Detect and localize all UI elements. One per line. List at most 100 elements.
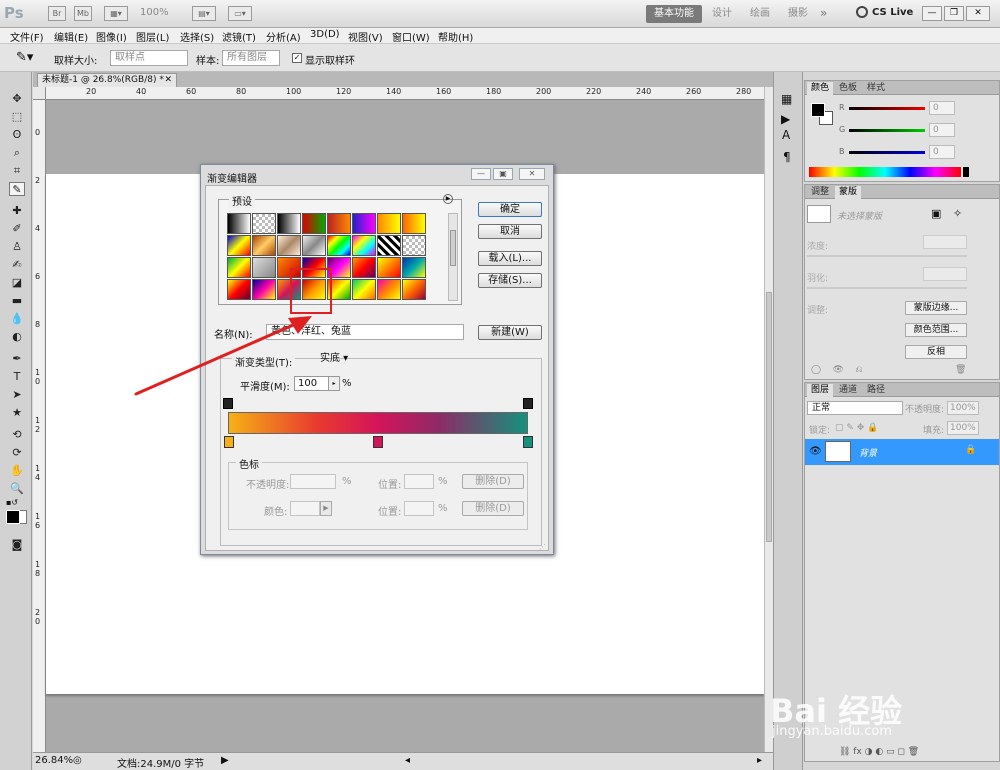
preset-swatch[interactable] <box>352 235 376 256</box>
save-button[interactable]: 存储(S)... <box>478 273 542 288</box>
paragraph-panel-icon[interactable]: ¶ <box>783 150 791 164</box>
preset-swatch[interactable] <box>252 213 276 234</box>
stop-color-swatch[interactable] <box>290 501 320 516</box>
preset-swatch[interactable] <box>277 213 301 234</box>
density-input[interactable] <box>923 235 967 249</box>
preset-swatch[interactable] <box>327 213 351 234</box>
preset-swatch[interactable] <box>402 213 426 234</box>
stop-color-location-input[interactable] <box>404 501 434 516</box>
zoom-readout[interactable]: 26.84% <box>35 755 73 766</box>
preset-swatch[interactable] <box>327 235 351 256</box>
dialog-close-icon[interactable]: ✕ <box>519 168 545 180</box>
preset-swatch[interactable] <box>227 257 251 278</box>
layer-row-background[interactable]: 👁 背景 🔒 <box>805 439 999 465</box>
menu-file[interactable]: 文件(F) <box>10 29 44 44</box>
lasso-tool-icon[interactable]: ʘ <box>9 128 25 142</box>
preset-swatch[interactable] <box>377 213 401 234</box>
menu-layer[interactable]: 图层(L) <box>136 29 169 44</box>
dialog-restore-icon[interactable]: ▣ <box>493 168 513 180</box>
preset-swatch[interactable] <box>352 213 376 234</box>
channel-g-value[interactable]: 0 <box>929 123 955 137</box>
vector-mask-icon[interactable]: ✧ <box>953 207 962 220</box>
menu-analysis[interactable]: 分析(A) <box>266 29 301 44</box>
feather-slider[interactable] <box>807 287 967 289</box>
status-scroll-left-icon[interactable]: ◂ <box>405 755 410 766</box>
new-button[interactable]: 新建(W) <box>478 325 542 340</box>
presets-scrollbar[interactable] <box>448 213 458 301</box>
document-close-icon[interactable]: ✕ <box>164 74 172 86</box>
dodge-tool-icon[interactable]: ◐ <box>9 330 25 344</box>
lock-icons[interactable]: ▢ ✎ ✥ 🔒 <box>835 423 878 433</box>
minimize-icon[interactable]: — <box>922 6 942 21</box>
quick-mask-icon[interactable]: ◙ <box>9 538 25 552</box>
cancel-button[interactable]: 取消 <box>478 224 542 239</box>
sample-select[interactable]: 所有图层 <box>222 50 280 66</box>
status-menu-arrow-icon[interactable]: ▶ <box>221 755 229 766</box>
layers-footer-icons[interactable]: ⛓ fx ◑ ◐ ▭ ◻ 🗑 <box>839 747 919 757</box>
preset-swatch[interactable] <box>402 235 426 256</box>
gradient-preview-bar[interactable] <box>228 412 528 434</box>
tab-adjustments[interactable]: 调整 <box>807 186 833 199</box>
invert-button[interactable]: 反相 <box>905 345 967 359</box>
color-stop-magenta[interactable] <box>373 436 383 448</box>
smoothness-input[interactable]: 100 <box>294 376 330 391</box>
preset-swatch[interactable] <box>252 257 276 278</box>
ok-button[interactable]: 确定 <box>478 202 542 217</box>
view-extras-icon[interactable]: ▦▾ <box>104 6 128 21</box>
preset-swatch[interactable] <box>377 279 401 300</box>
type-tool-icon[interactable]: T <box>9 370 25 384</box>
brush-tool-icon[interactable]: ✐ <box>9 222 25 236</box>
feather-input[interactable] <box>923 267 967 281</box>
tab-layers[interactable]: 图层 <box>807 384 834 397</box>
preset-swatch[interactable] <box>252 235 276 256</box>
color-stop-yellow[interactable] <box>224 436 234 448</box>
preset-swatch[interactable] <box>377 257 401 278</box>
channel-r-slider[interactable] <box>849 107 925 110</box>
menu-image[interactable]: 图像(I) <box>96 29 127 44</box>
tab-color[interactable]: 颜色 <box>807 82 834 95</box>
workspace-basic[interactable]: 基本功能 <box>646 5 702 23</box>
blend-mode-select[interactable]: 正常 <box>807 401 903 415</box>
menu-filter[interactable]: 滤镜(T) <box>222 29 256 44</box>
tab-swatches[interactable]: 色板 <box>835 82 861 95</box>
healing-brush-tool-icon[interactable]: ✚ <box>9 204 25 218</box>
density-slider[interactable] <box>807 255 967 257</box>
presets-scrollbar-thumb[interactable] <box>450 230 456 266</box>
move-tool-icon[interactable]: ✥ <box>9 92 25 106</box>
actions-panel-icon[interactable]: ▶ <box>781 112 790 126</box>
preset-swatch[interactable] <box>352 279 376 300</box>
opacity-stop-right[interactable] <box>523 398 533 409</box>
tab-styles[interactable]: 样式 <box>863 82 889 95</box>
mask-delete-icon[interactable]: 🗑 <box>955 365 966 375</box>
preset-swatch[interactable] <box>302 213 326 234</box>
menu-select[interactable]: 选择(S) <box>180 29 214 44</box>
tab-masks[interactable]: 蒙版 <box>835 186 862 199</box>
eyedropper-tool-icon[interactable]: ✎ <box>9 182 25 196</box>
3d-rotate-tool-icon[interactable]: ⟲ <box>9 428 25 442</box>
dialog-resize-grip-icon[interactable]: ⋰ <box>539 543 546 551</box>
channel-b-slider[interactable] <box>849 151 925 154</box>
close-icon[interactable]: ✕ <box>966 6 990 21</box>
more-workspaces-icon[interactable]: » <box>820 6 827 20</box>
document-tab[interactable]: 未标题-1 @ 26.8%(RGB/8) * ✕ <box>37 73 177 87</box>
preset-swatch[interactable] <box>252 279 276 300</box>
blur-tool-icon[interactable]: 💧 <box>9 312 25 326</box>
menu-help[interactable]: 帮助(H) <box>438 29 473 44</box>
preset-swatch[interactable] <box>352 257 376 278</box>
screen-mode-icon[interactable]: ▭▾ <box>228 6 252 21</box>
channel-r-value[interactable]: 0 <box>929 101 955 115</box>
preset-swatch[interactable] <box>402 257 426 278</box>
hand-tool-icon[interactable]: ✋ <box>9 464 25 478</box>
pixel-mask-icon[interactable]: ▣ <box>931 207 941 220</box>
preset-swatch[interactable] <box>402 279 426 300</box>
clone-stamp-tool-icon[interactable]: ♙ <box>9 240 25 254</box>
crop-tool-icon[interactable]: ⌗ <box>9 164 25 178</box>
foreground-color-swatch[interactable] <box>6 510 20 524</box>
restore-icon[interactable]: ❐ <box>944 6 964 21</box>
zoom-tool-icon[interactable]: 🔍 <box>9 482 25 496</box>
preset-swatch[interactable] <box>302 235 326 256</box>
load-button[interactable]: 载入(L)... <box>478 251 542 266</box>
sample-size-select[interactable]: 取样点 <box>110 50 188 66</box>
marquee-tool-icon[interactable]: ⬚ <box>9 110 25 124</box>
history-brush-tool-icon[interactable]: ✍ <box>9 258 25 272</box>
